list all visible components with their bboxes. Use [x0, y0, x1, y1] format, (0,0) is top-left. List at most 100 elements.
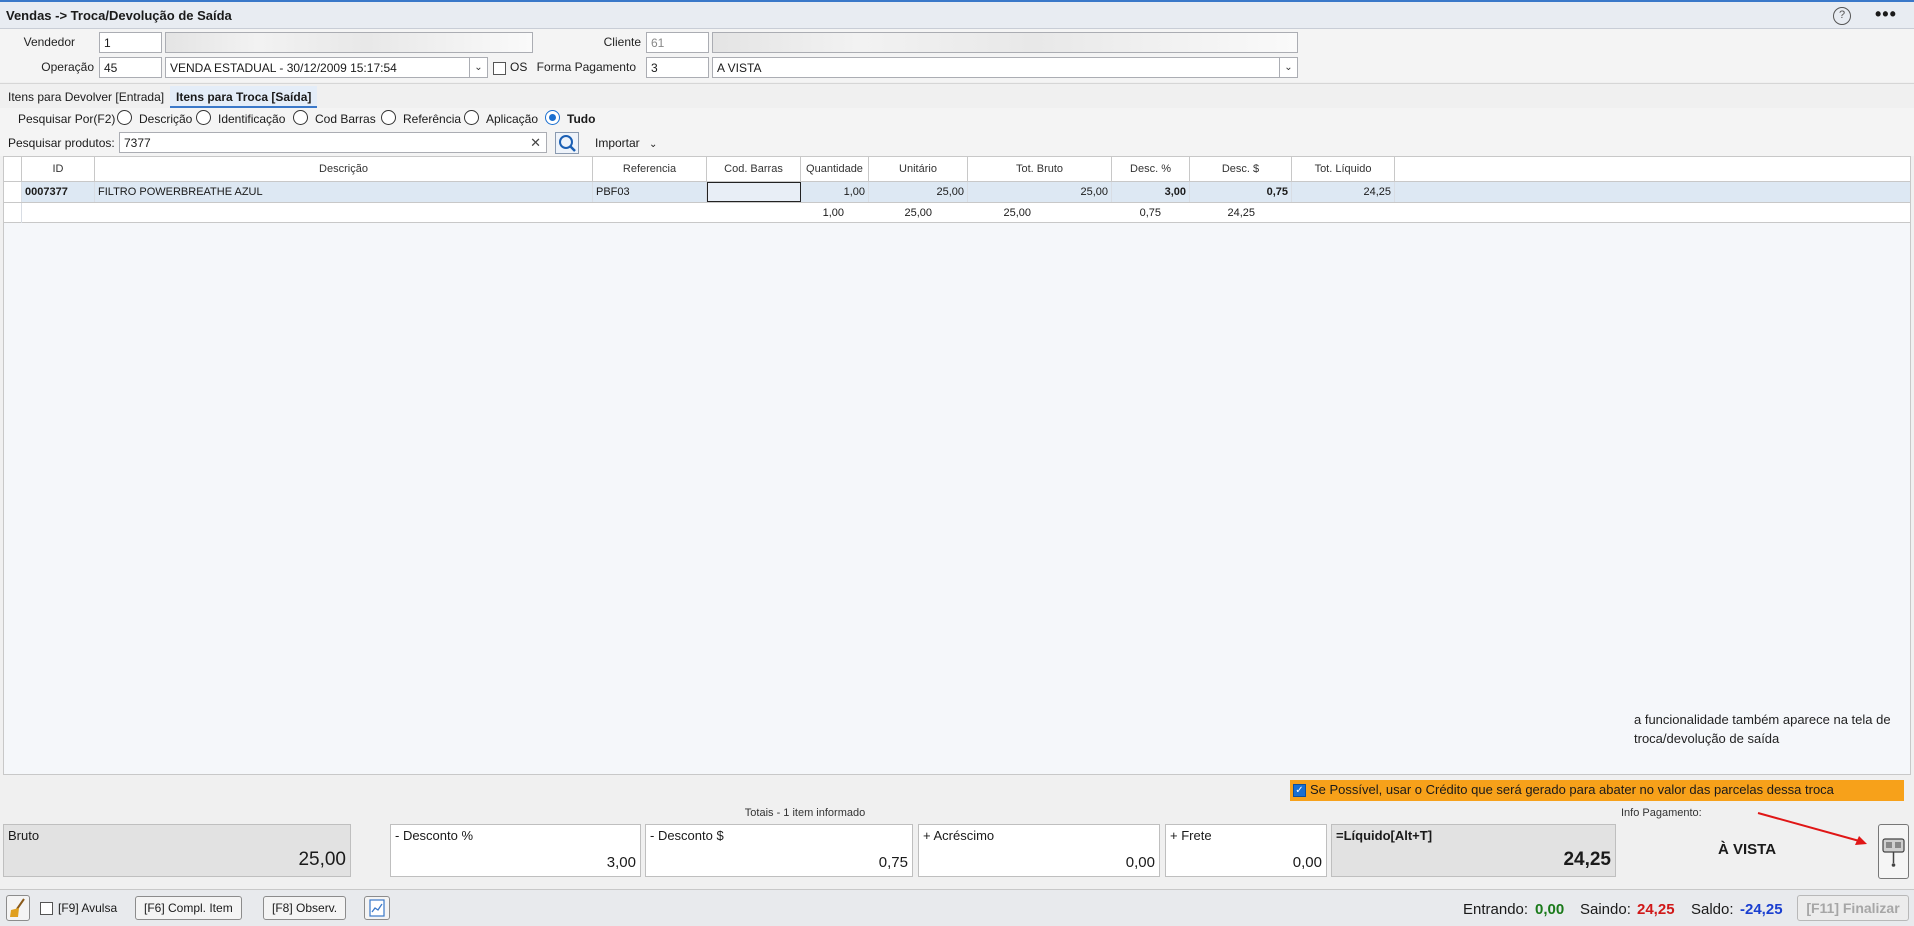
frete-box[interactable]: + Frete 0,00 [1165, 824, 1327, 877]
tab-bar: Itens para Devolver [Entrada] Itens para… [0, 83, 1914, 108]
frete-label: + Frete [1170, 828, 1212, 843]
compl-item-button[interactable]: [F6] Compl. Item [135, 896, 242, 920]
broom-icon [10, 898, 25, 917]
table-row[interactable]: 0007377 FILTRO POWERBREATHE AZUL PBF03 1… [4, 182, 1910, 203]
desconto-pct-box[interactable]: - Desconto % 3,00 [390, 824, 641, 877]
cell-desc-val[interactable]: 0,75 [1190, 182, 1292, 202]
operacao-code-field[interactable]: 45 [99, 57, 162, 78]
more-options-icon[interactable]: ••• [1875, 4, 1897, 25]
radio-identificacao[interactable] [196, 110, 211, 125]
radio-descricao-label: Descrição [139, 112, 193, 126]
column-header-tot-bruto[interactable]: Tot. Bruto [968, 157, 1112, 181]
grid-summary-row: 1,00 25,00 25,00 0,75 24,25 [4, 203, 1910, 223]
forma-pagamento-code-field[interactable]: 3 [646, 57, 709, 78]
bruto-box: Bruto 25,00 [3, 824, 351, 877]
summary-desc-val: 0,75 [1139, 207, 1161, 219]
desconto-pct-label: - Desconto % [395, 828, 474, 843]
cell-tot-bruto[interactable]: 25,00 [968, 182, 1112, 202]
radio-cod-barras[interactable] [293, 110, 308, 125]
summary-unitario: 25,00 [904, 207, 932, 219]
summary-quantidade: 1,00 [822, 207, 844, 219]
chevron-down-icon[interactable]: ⌄ [469, 58, 487, 77]
forma-pagamento-label: Forma Pagamento [536, 60, 636, 74]
payment-icon [1882, 838, 1905, 867]
credit-option[interactable]: ✓ Se Possível, usar o Crédito que será g… [1290, 780, 1904, 801]
window-title: Vendas -> Troca/Devolução de Saída [6, 8, 232, 23]
radio-aplicacao-label: Aplicação [486, 112, 539, 126]
desconto-pct-value[interactable]: 3,00 [607, 854, 636, 871]
row-indicator-header [4, 157, 22, 181]
finalizar-button[interactable]: [F11] Finalizar [1797, 895, 1909, 921]
saindo-value: 24,25 [1637, 901, 1675, 918]
observ-button[interactable]: [F8] Observ. [263, 896, 347, 920]
summary-tot-liquido: 24,25 [1227, 207, 1255, 219]
column-header-quantidade[interactable]: Quantidade [801, 157, 869, 181]
cell-desc-pct[interactable]: 3,00 [1112, 182, 1190, 202]
radio-referencia-label: Referência [403, 112, 462, 126]
cell-descricao[interactable]: FILTRO POWERBREATHE AZUL [95, 182, 593, 202]
vendedor-code-field[interactable]: 1 [99, 32, 162, 53]
annotation-note: a funcionalidade também aparece na tela … [1634, 712, 1891, 746]
acrescimo-box[interactable]: + Acréscimo 0,00 [918, 824, 1160, 877]
liquido-value: 24,25 [1563, 849, 1611, 870]
column-header-referencia[interactable]: Referencia [593, 157, 707, 181]
chevron-down-icon[interactable]: ⌄ [1279, 58, 1297, 77]
tab-itens-troca[interactable]: Itens para Troca [Saída] [170, 86, 318, 108]
radio-descricao[interactable] [117, 110, 132, 125]
cell-referencia[interactable]: PBF03 [593, 182, 707, 202]
os-checkbox[interactable] [493, 62, 506, 75]
clear-icon[interactable]: ✕ [530, 135, 541, 151]
cliente-code-field[interactable]: 61 [646, 32, 709, 53]
column-header-unitario[interactable]: Unitário [869, 157, 968, 181]
frete-value[interactable]: 0,00 [1293, 854, 1322, 871]
report-icon [369, 899, 385, 917]
tab-itens-devolver[interactable]: Itens para Devolver [Entrada] [2, 86, 170, 108]
avulsa-checkbox[interactable] [40, 902, 53, 915]
liquido-label: =Líquido[Alt+T] [1336, 828, 1433, 843]
chevron-down-icon: ⌄ [649, 139, 658, 150]
saldo-value: -24,25 [1740, 901, 1783, 918]
help-icon[interactable]: ? [1833, 7, 1851, 25]
cliente-label: Cliente [603, 35, 641, 49]
column-header-desc-pct[interactable]: Desc. % [1112, 157, 1190, 181]
column-header-id[interactable]: ID [22, 157, 95, 181]
check-icon[interactable]: ✓ [1293, 784, 1306, 797]
cell-quantidade[interactable]: 1,00 [801, 182, 869, 202]
acrescimo-value[interactable]: 0,00 [1126, 854, 1155, 871]
column-header-tot-liquido[interactable]: Tot. Líquido [1292, 157, 1395, 181]
report-button[interactable] [364, 896, 390, 920]
column-header-descricao[interactable]: Descrição [95, 157, 593, 181]
cell-tot-liquido[interactable]: 24,25 [1292, 182, 1395, 202]
cell-id[interactable]: 0007377 [22, 182, 95, 202]
search-products-label: Pesquisar produtos: [8, 136, 115, 150]
bottom-bar: [F9] Avulsa [F6] Compl. Item [F8] Observ… [0, 889, 1914, 926]
column-header-cod-barras[interactable]: Cod. Barras [707, 157, 801, 181]
operacao-select[interactable]: VENDA ESTADUAL - 30/12/2009 15:17:54 ⌄ [165, 57, 488, 78]
cliente-name-field[interactable] [712, 32, 1298, 53]
desconto-val-box[interactable]: - Desconto $ 0,75 [645, 824, 913, 877]
cell-unitario[interactable]: 25,00 [869, 182, 968, 202]
vendedor-name-field[interactable] [165, 32, 533, 53]
search-products-value: 7377 [124, 136, 151, 150]
desconto-val-value[interactable]: 0,75 [879, 854, 908, 871]
radio-cod-barras-label: Cod Barras [315, 112, 376, 126]
radio-referencia[interactable] [381, 110, 396, 125]
radio-tudo-label: Tudo [567, 112, 596, 126]
operacao-label: Operação [41, 60, 94, 74]
credit-option-label: Se Possível, usar o Crédito que será ger… [1310, 782, 1834, 797]
import-menu[interactable]: Importar ⌄ [595, 136, 657, 150]
forma-pagamento-select[interactable]: A VISTA ⌄ [712, 57, 1298, 78]
os-label: OS [510, 60, 528, 74]
forma-pagamento-desc: A VISTA [717, 61, 762, 75]
payment-info-button[interactable] [1878, 824, 1909, 879]
avulsa-label: [F9] Avulsa [58, 901, 118, 915]
column-header-desc-val[interactable]: Desc. $ [1190, 157, 1292, 181]
search-button[interactable] [555, 132, 579, 154]
radio-aplicacao[interactable] [464, 110, 479, 125]
acrescimo-label: + Acréscimo [923, 828, 995, 843]
radio-tudo[interactable] [545, 110, 560, 125]
search-products-input[interactable]: 7377 ✕ [119, 132, 547, 153]
broom-button[interactable] [6, 895, 30, 921]
cell-cod-barras[interactable] [707, 182, 801, 202]
header-form: Vendedor 1 Cliente 61 Operação 45 VENDA … [0, 29, 1914, 82]
